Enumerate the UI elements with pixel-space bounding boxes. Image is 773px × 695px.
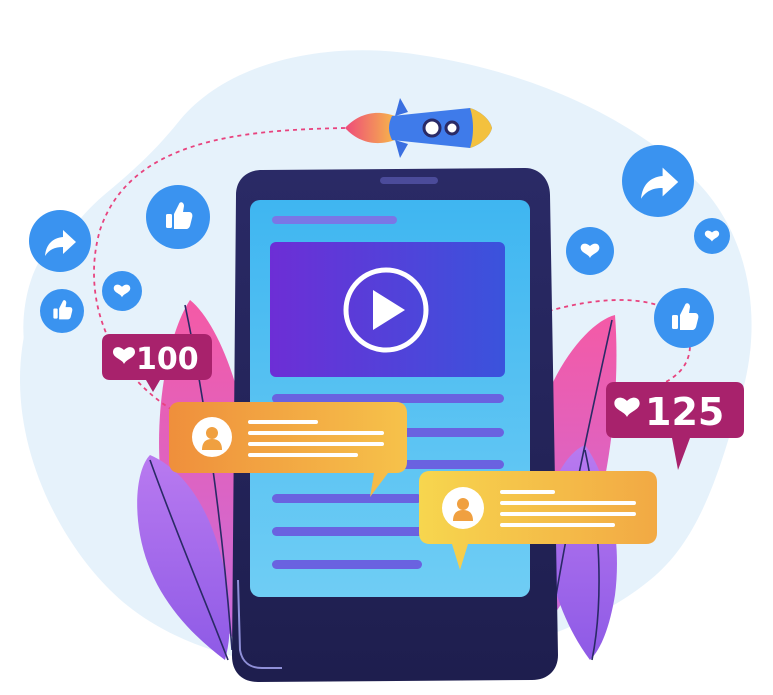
like-reaction [654,288,714,348]
like-count: 100 [136,342,199,377]
share-reaction [29,210,91,272]
share-reaction [622,145,694,217]
heart-reaction [566,227,614,275]
video-player[interactable] [270,242,505,377]
tablet-speaker [380,177,438,184]
like-reaction [146,185,210,249]
heart-reaction [102,271,142,311]
social-media-illustration: 100 125 [20,50,752,682]
illustration-canvas: 100 125 [0,0,773,695]
like-count: 125 [645,390,724,434]
screen-header-line [272,216,397,224]
heart-reaction [694,218,730,254]
like-reaction [40,289,84,333]
